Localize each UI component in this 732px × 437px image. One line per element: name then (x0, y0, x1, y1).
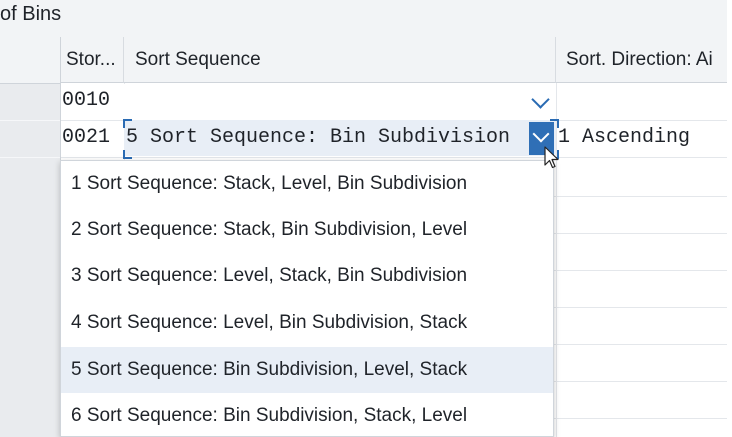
dropdown-option[interactable]: 2 Sort Sequence: Stack, Bin Subdivision,… (61, 207, 553, 253)
sort-sequence-combobox[interactable] (124, 84, 556, 120)
sort-sequence-value: 5 Sort Sequence: Bin Subdivision (126, 126, 511, 149)
dropdown-option-selected[interactable]: 5 Sort Sequence: Bin Subdivision, Level,… (61, 347, 553, 393)
row-selector-divider (0, 120, 60, 121)
row-selector-divider (0, 157, 60, 158)
focus-corner (123, 119, 132, 128)
dropdown-option[interactable]: 4 Sort Sequence: Level, Bin Subdivision,… (61, 300, 553, 346)
table-cell-sort-direction[interactable]: 1 Ascending (558, 126, 690, 149)
dropdown-option[interactable]: 1 Sort Sequence: Stack, Level, Bin Subdi… (61, 161, 553, 207)
table-cell-storage[interactable]: 0010 (62, 89, 110, 112)
table-title: of Bins (0, 3, 62, 25)
title-bar: of Bins (0, 0, 727, 38)
column-header-sort-sequence[interactable]: Sort Sequence (124, 37, 556, 83)
sort-sequence-combobox-focused[interactable]: 5 Sort Sequence: Bin Subdivision (124, 120, 556, 156)
mouse-cursor-icon (544, 146, 559, 169)
sort-sequence-dropdown-list[interactable]: 1 Sort Sequence: Stack, Level, Bin Subdi… (60, 160, 554, 437)
column-header-sort-direction[interactable]: Sort. Direction: Ai (556, 37, 727, 83)
row-selector-column (0, 37, 61, 437)
column-header-storage[interactable]: Stor... (61, 37, 124, 83)
row-selector-header[interactable] (0, 37, 61, 84)
dropdown-option[interactable]: 6 Sort Sequence: Bin Subdivision, Stack,… (61, 393, 553, 436)
chevron-down-icon (532, 125, 550, 143)
row-divider (61, 157, 727, 158)
focus-corner (123, 150, 132, 159)
table-cell-storage[interactable]: 0021 (62, 126, 110, 149)
bins-table-screen: of Bins Stor... Sort Sequence Sort. Dire… (0, 0, 732, 437)
column-divider (556, 83, 557, 437)
dropdown-option[interactable]: 3 Sort Sequence: Level, Stack, Bin Subdi… (61, 253, 553, 299)
chevron-down-icon[interactable] (531, 90, 550, 109)
